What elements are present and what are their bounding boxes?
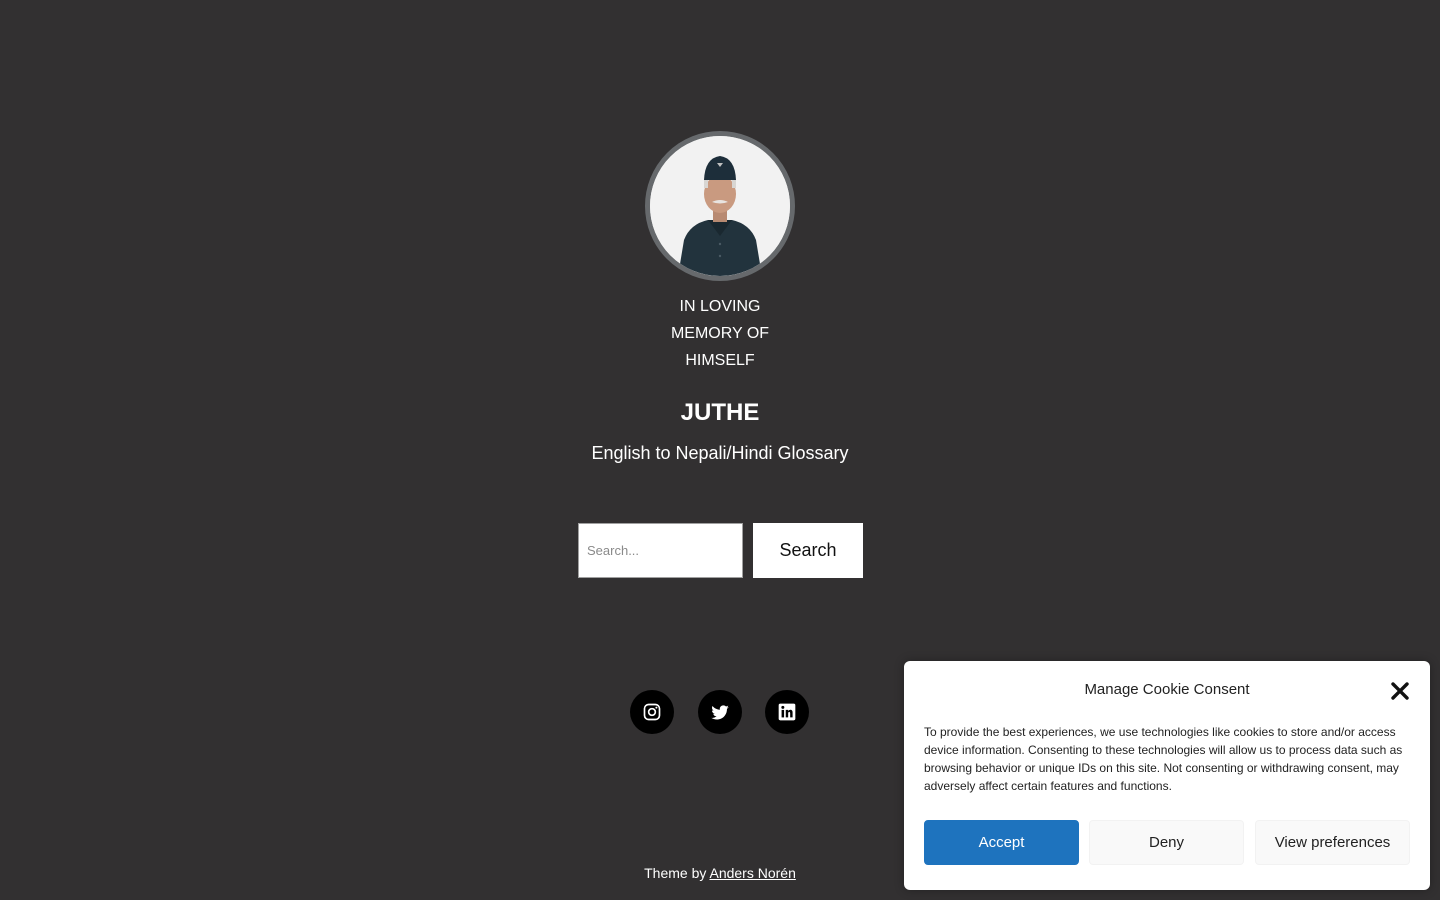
search-input[interactable]: [578, 523, 743, 578]
view-preferences-button[interactable]: View preferences: [1255, 820, 1410, 865]
memorial-line: HIMSELF: [685, 352, 755, 369]
linkedin-link[interactable]: [765, 690, 809, 734]
memorial-line: MEMORY OF: [670, 325, 770, 342]
twitter-link[interactable]: [698, 690, 742, 734]
memorial-avatar: [645, 131, 795, 281]
site-title[interactable]: JUTHE: [0, 398, 1440, 428]
site-description: English to Nepali/Hindi Glossary: [591, 443, 849, 463]
search-button[interactable]: Search: [753, 523, 863, 578]
cookie-dialog-message: To provide the best experiences, we use …: [924, 725, 1403, 793]
portrait-image: [650, 136, 790, 276]
cookie-close-button[interactable]: [1390, 681, 1410, 701]
linkedin-icon: [778, 703, 796, 721]
close-icon: [1391, 682, 1409, 700]
footer-credit-prefix: Theme by: [644, 865, 707, 881]
deny-button[interactable]: Deny: [1089, 820, 1244, 865]
twitter-icon: [711, 705, 729, 720]
page: IN LOVING MEMORY OF HIMSELF JUTHE Englis…: [0, 0, 1440, 900]
instagram-link[interactable]: [630, 690, 674, 734]
accept-button[interactable]: Accept: [924, 820, 1079, 865]
cookie-consent-dialog: Manage Cookie Consent To provide the bes…: [904, 661, 1430, 890]
memorial-dedication: IN LOVING MEMORY OF HIMSELF: [640, 293, 800, 374]
memorial-line: IN LOVING: [679, 298, 761, 315]
instagram-icon: [643, 703, 661, 721]
cookie-dialog-title: Manage Cookie Consent: [1084, 681, 1250, 698]
footer-credit-link[interactable]: Anders Norén: [709, 865, 795, 881]
